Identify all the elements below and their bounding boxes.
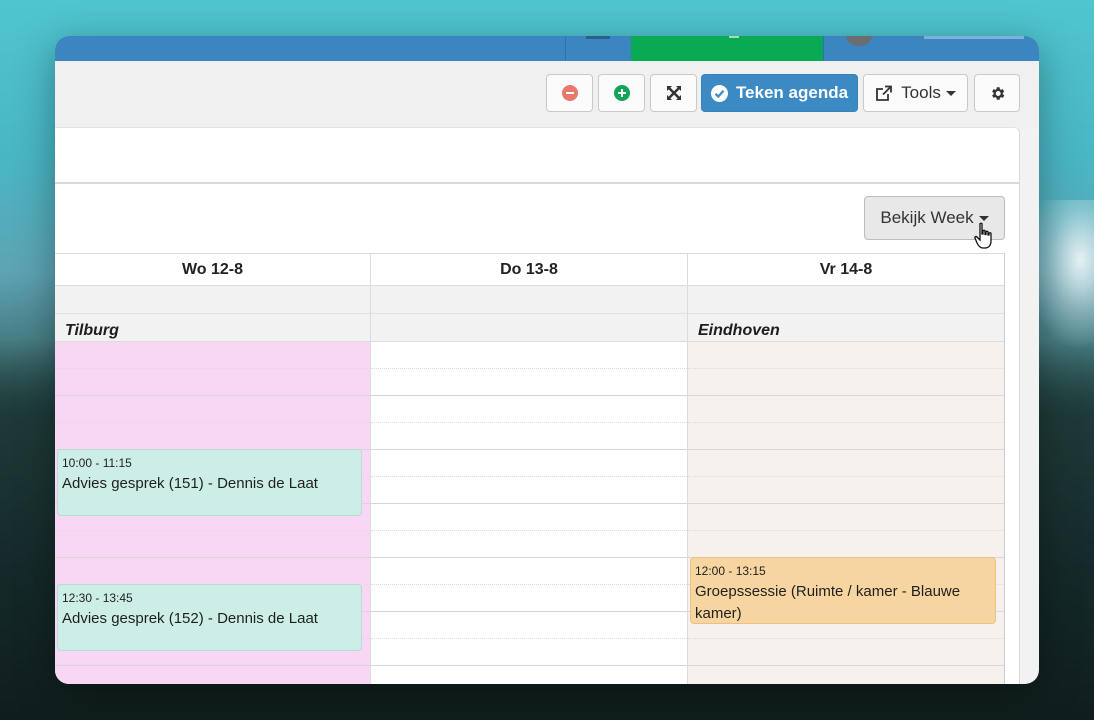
location-label: Tilburg: [65, 322, 119, 339]
all-day-row[interactable]: Eindhoven: [688, 286, 1004, 342]
agenda-panel: Bekijk Week Wo 12-8 Tilburg 10:00 - 11:1…: [55, 127, 1020, 684]
gear-icon: [991, 86, 1004, 100]
panel-divider: [55, 182, 1019, 184]
time-slot[interactable]: [371, 423, 687, 450]
caret-down-icon: [945, 90, 956, 96]
event-title: Advies gesprek (152) - Dennis de Laat: [62, 610, 318, 627]
day-header[interactable]: Wo 12-8: [55, 253, 370, 286]
calendar-grid: Wo 12-8 Tilburg 10:00 - 11:15 Advies ges…: [55, 253, 1006, 684]
time-slot[interactable]: [55, 342, 370, 369]
settings-button[interactable]: [974, 74, 1020, 112]
time-slots[interactable]: [371, 342, 687, 684]
day-header[interactable]: Do 13-8: [371, 253, 687, 286]
teken-agenda-button[interactable]: Teken agenda: [701, 74, 858, 112]
time-slot[interactable]: [688, 396, 1004, 423]
navbar-item[interactable]: [565, 36, 633, 61]
time-slot[interactable]: [371, 342, 687, 369]
navbar-active-item[interactable]: [631, 36, 823, 61]
navbar-user-menu[interactable]: [823, 36, 1039, 61]
time-slot[interactable]: [688, 423, 1004, 450]
time-slot[interactable]: [371, 639, 687, 666]
time-slot[interactable]: [371, 504, 687, 531]
location-label: Eindhoven: [698, 322, 780, 339]
time-slot[interactable]: [371, 396, 687, 423]
view-week-label: Bekijk Week: [880, 208, 974, 227]
day-column-do: Do 13-8: [371, 253, 688, 684]
external-link-icon: [876, 85, 893, 101]
time-slots[interactable]: [688, 342, 1004, 684]
time-slot[interactable]: [688, 342, 1004, 369]
zoom-in-button[interactable]: [598, 74, 645, 112]
time-slot[interactable]: [371, 558, 687, 585]
caret-down-icon: [978, 215, 989, 221]
expand-icon: [666, 86, 681, 100]
time-slot[interactable]: [688, 666, 1004, 684]
event-time: 12:30 - 13:45: [62, 591, 133, 605]
time-slot[interactable]: [55, 666, 370, 684]
time-slot[interactable]: [371, 450, 687, 477]
plus-circle-icon: [613, 85, 630, 101]
time-slot[interactable]: [55, 423, 370, 450]
calendar-event[interactable]: 12:30 - 13:45 Advies gesprek (152) - Den…: [57, 584, 362, 651]
time-slot[interactable]: [55, 369, 370, 396]
time-slot[interactable]: [688, 504, 1004, 531]
fullscreen-button[interactable]: [650, 74, 697, 112]
minus-circle-icon: [561, 85, 578, 101]
time-slot[interactable]: [688, 369, 1004, 396]
time-slot[interactable]: [55, 558, 370, 585]
time-slot[interactable]: [371, 531, 687, 558]
calendar-event[interactable]: 10:00 - 11:15 Advies gesprek (151) - Den…: [57, 449, 362, 516]
tools-label: Tools: [901, 83, 941, 102]
time-slot[interactable]: [55, 396, 370, 423]
all-day-row[interactable]: [371, 286, 687, 342]
event-time: 10:00 - 11:15: [62, 456, 132, 470]
day-column-vr: Vr 14-8 Eindhoven 12:00 - 13:15 Groepsse…: [688, 253, 1005, 684]
day-header[interactable]: Vr 14-8: [688, 253, 1004, 286]
day-column-wo: Wo 12-8 Tilburg 10:00 - 11:15 Advies ges…: [55, 253, 371, 684]
tools-dropdown-button[interactable]: Tools: [863, 74, 968, 112]
event-title: Groepssessie (Ruimte / kamer - Blauwe ka…: [695, 583, 961, 622]
time-slot[interactable]: [688, 531, 1004, 558]
event-title: Advies gesprek (151) - Dennis de Laat: [62, 475, 318, 492]
time-slot[interactable]: [371, 369, 687, 396]
agenda-toolbar: Teken agenda Tools: [55, 61, 1039, 127]
time-slot[interactable]: [688, 639, 1004, 666]
time-slot[interactable]: [371, 477, 687, 504]
app-window: Teken agenda Tools Bekijk Week Wo 12-8 T…: [55, 36, 1039, 684]
all-day-row[interactable]: Tilburg: [55, 286, 370, 342]
top-navbar: [55, 36, 1039, 61]
check-circle-icon: [710, 84, 728, 102]
time-slot[interactable]: [688, 450, 1004, 477]
pointer-cursor-icon: [974, 222, 992, 249]
zoom-out-button[interactable]: [546, 74, 593, 112]
event-time: 12:00 - 13:15: [695, 564, 766, 578]
time-slot[interactable]: [688, 477, 1004, 504]
time-slot[interactable]: [371, 612, 687, 639]
time-slot[interactable]: [371, 585, 687, 612]
time-slot[interactable]: [371, 666, 687, 684]
time-slot[interactable]: [55, 531, 370, 558]
calendar-event[interactable]: 12:00 - 13:15 Groepssessie (Ruimte / kam…: [690, 557, 996, 624]
avatar[interactable]: [846, 36, 872, 46]
teken-agenda-label: Teken agenda: [735, 83, 849, 102]
